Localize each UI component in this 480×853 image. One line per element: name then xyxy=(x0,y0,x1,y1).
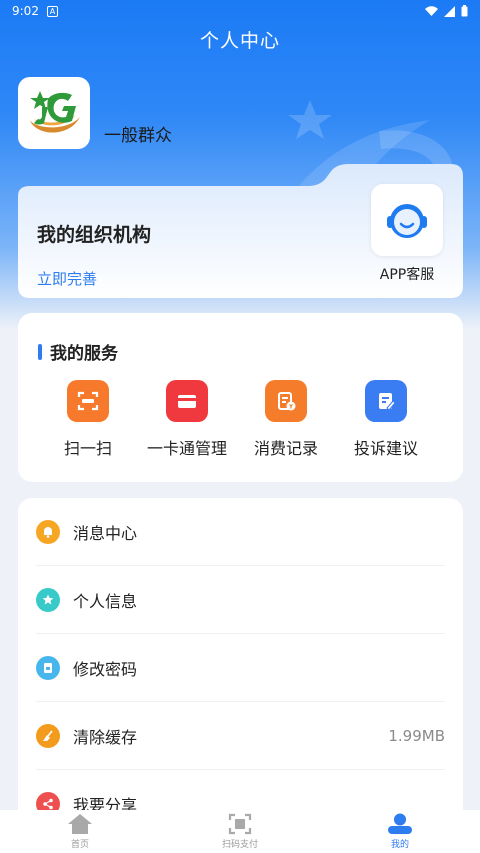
tab-label: 我的 xyxy=(390,840,409,850)
service-label: 一卡通管理 xyxy=(146,439,227,458)
status-bar: 9:02 A xyxy=(0,0,480,22)
service-card-management[interactable]: 一卡通管理 xyxy=(137,380,237,459)
headset-icon xyxy=(387,204,427,238)
tab-label: 首页 xyxy=(70,840,89,850)
tab-scan-pay[interactable]: 扫码支付 xyxy=(160,810,320,853)
notification-icon: A xyxy=(46,5,58,17)
bottom-tab-bar: 首页 扫码支付 我的 xyxy=(0,810,480,853)
customer-service-label: APP客服 xyxy=(379,267,435,283)
home-icon xyxy=(68,814,92,834)
notification-badge-label: A xyxy=(49,6,56,16)
user-icon xyxy=(388,813,412,834)
menu-item-label: 修改密码 xyxy=(73,659,138,679)
cache-size-value: 1.99MB xyxy=(388,726,445,745)
broom-icon xyxy=(36,723,60,748)
star-icon xyxy=(36,587,60,612)
menu-item-label: 清除缓存 xyxy=(73,727,138,747)
menu-item-label: 消息中心 xyxy=(73,523,138,543)
menu-item-messages[interactable]: 消息中心 xyxy=(36,498,445,566)
avatar[interactable] xyxy=(18,77,90,149)
menu-item-personal-info[interactable]: 个人信息 xyxy=(36,566,445,634)
tab-label: 扫码支付 xyxy=(221,840,258,850)
service-consumption-records[interactable]: 消费记录 xyxy=(236,380,336,459)
settings-menu: 消息中心 个人信息 修改密码 清除缓存 1.99MB 我要分享 xyxy=(18,498,463,828)
scan-icon xyxy=(67,380,109,422)
signal-icon xyxy=(444,5,455,17)
lock-doc-icon xyxy=(36,655,60,680)
tab-mine[interactable]: 我的 xyxy=(320,810,480,853)
receipt-icon xyxy=(265,380,307,422)
services-heading: 我的服务 xyxy=(38,339,118,364)
service-scan[interactable]: 扫一扫 xyxy=(38,380,138,459)
user-name: 一般群众 xyxy=(104,126,172,146)
menu-item-clear-cache[interactable]: 清除缓存 1.99MB xyxy=(36,702,445,770)
service-label: 消费记录 xyxy=(253,439,318,458)
services-card: 我的服务 扫一扫 一卡通管理 消费记录 投诉建议 xyxy=(18,313,463,482)
heading-accent-bar xyxy=(38,343,42,360)
battery-icon xyxy=(461,5,468,17)
organization-logo-icon xyxy=(30,91,80,133)
complete-now-link[interactable]: 立即完善 xyxy=(37,268,97,289)
edit-note-icon xyxy=(365,380,407,422)
wifi-icon xyxy=(425,5,438,16)
menu-item-label: 个人信息 xyxy=(73,591,138,611)
organization-title: 我的组织机构 xyxy=(37,224,152,246)
services-heading-text: 我的服务 xyxy=(50,344,118,364)
service-label: 投诉建议 xyxy=(353,439,418,458)
menu-item-change-password[interactable]: 修改密码 xyxy=(36,634,445,702)
page-title: 个人中心 xyxy=(199,30,280,52)
tab-home[interactable]: 首页 xyxy=(0,810,160,853)
card-icon xyxy=(166,380,208,422)
customer-service-button[interactable] xyxy=(371,184,443,256)
service-complaints[interactable]: 投诉建议 xyxy=(336,380,436,459)
service-label: 扫一扫 xyxy=(63,439,112,458)
scan-pay-icon xyxy=(228,813,252,835)
status-time: 9:02 xyxy=(12,4,39,18)
organization-card[interactable]: 我的组织机构 立即完善 APP客服 xyxy=(18,164,463,298)
bell-icon xyxy=(36,519,60,544)
